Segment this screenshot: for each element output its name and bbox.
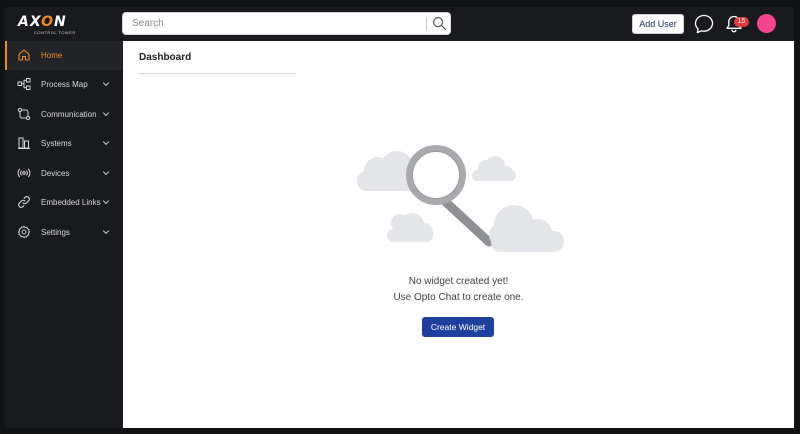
cloud-bottom-left <box>387 213 433 242</box>
chevron-down-icon <box>102 200 110 205</box>
sidebar-item-systems[interactable]: Systems <box>5 129 123 158</box>
sidebar-item-label: Systems <box>41 139 72 148</box>
cloud-bottom-right <box>489 205 564 252</box>
page-title: Dashboard <box>139 52 192 63</box>
chat-icon[interactable] <box>693 13 715 35</box>
sidebar-item-home[interactable]: Home <box>5 41 123 70</box>
brand-logo[interactable]: AXON CONTROL TOWER <box>18 14 90 38</box>
process-map-icon <box>17 78 31 90</box>
settings-icon <box>17 225 31 238</box>
sidebar-item-communication[interactable]: Communication <box>5 100 123 129</box>
active-indicator <box>5 41 7 70</box>
top-bar: AXON CONTROL TOWER Search Add User 15 <box>5 7 794 41</box>
sidebar-item-embedded-links[interactable]: Embedded Links <box>5 188 123 217</box>
brand-tagline: CONTROL TOWER <box>34 30 76 35</box>
sidebar-item-label: Embedded Links <box>41 198 101 207</box>
chevron-down-icon <box>102 170 110 175</box>
notifications-button[interactable]: 15 <box>723 13 749 35</box>
title-divider <box>139 73 296 74</box>
app-window: AXON CONTROL TOWER Search Add User 15 Ho… <box>5 7 794 428</box>
sidebar: Home Process Map Communication Systems D… <box>5 41 123 428</box>
chevron-down-icon <box>102 111 110 116</box>
notification-badge: 15 <box>734 17 749 27</box>
sidebar-item-process-map[interactable]: Process Map <box>5 70 123 99</box>
chevron-down-icon <box>102 229 110 234</box>
brand-wordmark: AXON <box>18 14 67 30</box>
add-user-button[interactable]: Add User <box>632 14 684 34</box>
search-input[interactable]: Search <box>122 12 451 35</box>
search-divider <box>426 17 427 31</box>
sidebar-item-label: Process Map <box>41 80 88 89</box>
communication-icon <box>17 107 31 120</box>
devices-icon <box>17 167 31 178</box>
magnifier-lens <box>406 145 466 205</box>
main-content: Dashboard No widget created yet! Use Opt… <box>123 41 794 428</box>
create-widget-button[interactable]: Create Widget <box>422 317 494 337</box>
empty-state-title: No widget created yet! <box>408 276 509 287</box>
sidebar-item-label: Home <box>41 51 63 60</box>
empty-state-illustration <box>357 145 564 252</box>
sidebar-item-label: Communication <box>41 109 97 119</box>
user-avatar[interactable] <box>757 14 776 33</box>
sidebar-item-label: Settings <box>41 227 70 237</box>
sidebar-item-devices[interactable]: Devices <box>5 159 123 188</box>
search-icon[interactable] <box>432 16 447 31</box>
search-placeholder: Search <box>132 18 164 29</box>
empty-state-description: Use Opto Chat to create one. <box>393 292 524 303</box>
link-icon <box>18 196 30 208</box>
chevron-down-icon <box>102 82 110 87</box>
sidebar-item-settings[interactable]: Settings <box>5 218 123 247</box>
home-icon <box>18 49 30 61</box>
cloud-right-top <box>472 156 516 181</box>
systems-icon <box>18 137 30 149</box>
sidebar-item-label: Devices <box>41 168 70 178</box>
chevron-down-icon <box>102 141 110 146</box>
